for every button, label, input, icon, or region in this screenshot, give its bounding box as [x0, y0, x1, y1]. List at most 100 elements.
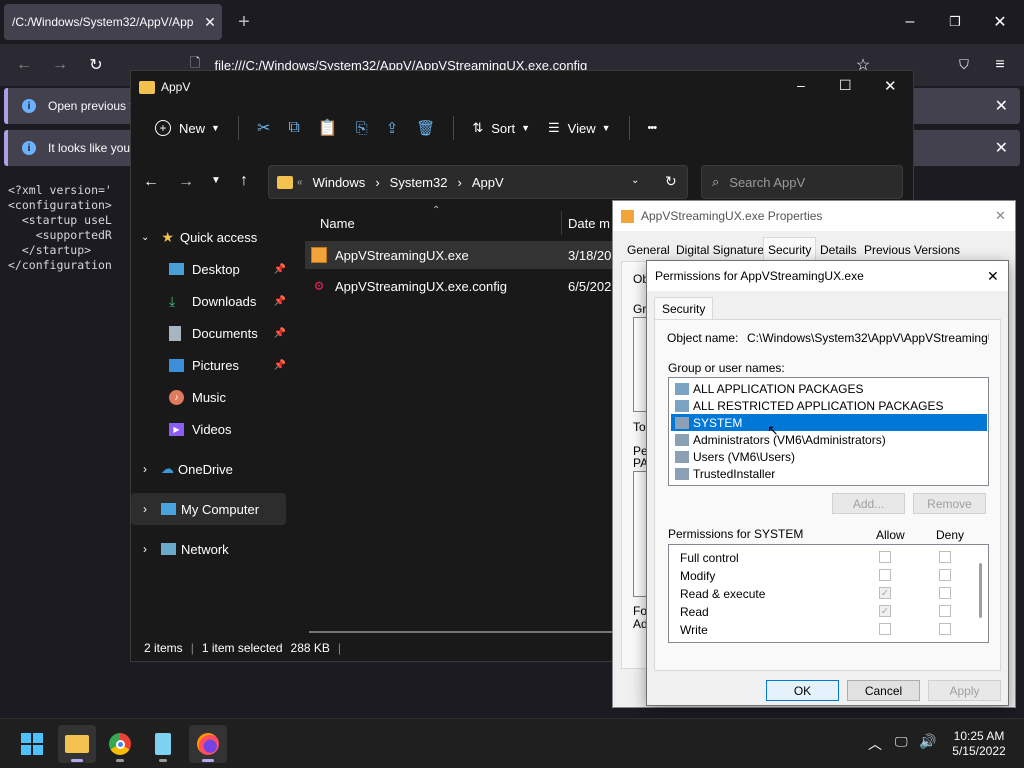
tab-security[interactable]: Security	[763, 237, 817, 261]
browser-tab[interactable]: /C:/Windows/System32/AppV/App ✕	[4, 4, 222, 40]
recent-locations-icon[interactable]: ▼	[211, 175, 221, 186]
refresh-icon[interactable]: ↻	[665, 173, 677, 190]
new-tab-icon[interactable]: +	[232, 10, 256, 34]
share-button[interactable]: ⇪	[380, 113, 405, 143]
deny-checkbox[interactable]	[939, 569, 951, 581]
dismiss-icon[interactable]: ✕	[995, 96, 1008, 116]
allow-checkbox[interactable]	[879, 623, 891, 635]
allow-checkbox[interactable]	[879, 551, 891, 563]
nav-item-network[interactable]: › Network	[131, 533, 286, 565]
user-row-selected[interactable]: SYSTEM	[671, 414, 987, 431]
nav-item-documents[interactable]: Documents 📌	[131, 317, 286, 349]
pin-icon[interactable]: 📌	[274, 328, 286, 339]
deny-checkbox[interactable]	[939, 551, 951, 563]
delete-icon: 🗑	[416, 120, 436, 137]
forward-icon[interactable]: →	[48, 53, 72, 77]
cut-button[interactable]: ✂	[251, 113, 276, 143]
tab-digital-signatures[interactable]: Digital Signatures	[672, 239, 774, 261]
close-icon[interactable]: ✕	[995, 208, 1006, 224]
apply-button[interactable]: Apply	[928, 680, 1001, 701]
nav-item-desktop[interactable]: Desktop 📌	[131, 253, 286, 285]
sort-button[interactable]: ⇅ Sort ▼	[466, 113, 536, 143]
remove-button[interactable]: Remove	[913, 493, 986, 514]
allow-checkbox[interactable]	[879, 569, 891, 581]
breadcrumb-system32[interactable]: System32	[390, 175, 448, 190]
nav-item-pictures[interactable]: Pictures 📌	[131, 349, 286, 381]
add-button[interactable]: Add...	[832, 493, 905, 514]
paste-button[interactable]: 📋	[312, 113, 344, 143]
breadcrumb-appv[interactable]: AppV	[472, 175, 504, 190]
cancel-button[interactable]: Cancel	[847, 680, 920, 701]
user-row[interactable]: TrustedInstaller	[671, 465, 987, 482]
user-row[interactable]: Users (VM6\Users)	[671, 448, 987, 465]
address-bar[interactable]: « Windows › System32 › AppV ⌄ ↻	[268, 165, 688, 199]
taskbar-file-explorer[interactable]	[58, 725, 96, 763]
nav-quick-access[interactable]: ⌄ ★ Quick access	[131, 221, 286, 253]
reload-icon[interactable]: ↻	[84, 53, 108, 77]
column-header-date[interactable]: Date m	[568, 216, 610, 231]
dismiss-icon[interactable]: ✕	[995, 138, 1008, 158]
users-listbox[interactable]: ALL APPLICATION PACKAGES ALL RESTRICTED …	[668, 377, 989, 486]
allow-checkbox-checked[interactable]: ✓	[879, 605, 891, 617]
back-icon[interactable]: ←	[12, 53, 36, 77]
volume-icon[interactable]: 🔊	[919, 733, 936, 750]
deny-checkbox[interactable]	[939, 587, 951, 599]
rename-button[interactable]: ⎘	[350, 113, 374, 143]
nav-item-music[interactable]: ♪ Music	[131, 381, 286, 413]
restore-icon[interactable]: ❐	[943, 10, 967, 34]
tab-general[interactable]: General	[623, 239, 674, 261]
up-icon[interactable]: ↑	[240, 172, 248, 190]
delete-button[interactable]: 🗑	[410, 113, 441, 143]
chevron-down-icon[interactable]: ⌄	[631, 175, 639, 186]
new-button[interactable]: + New ▼	[149, 113, 226, 143]
allow-checkbox-checked[interactable]: ✓	[879, 587, 891, 599]
forward-icon[interactable]: →	[178, 173, 194, 191]
chevron-up-icon[interactable]: ︿	[868, 734, 882, 754]
address-overflow[interactable]: «	[297, 177, 303, 188]
plus-circle-icon: +	[155, 120, 171, 136]
tab-previous-versions[interactable]: Previous Versions	[860, 239, 964, 261]
minimize-icon[interactable]: –	[898, 10, 922, 34]
taskbar-chrome[interactable]	[101, 725, 139, 763]
copy-button[interactable]: ⧉	[282, 113, 305, 143]
start-button[interactable]	[13, 725, 51, 763]
tab-details[interactable]: Details	[816, 239, 861, 261]
maximize-icon[interactable]: ☐	[839, 77, 852, 94]
horizontal-scrollbar[interactable]	[309, 631, 619, 633]
network-status-icon[interactable]: 🖵	[895, 734, 908, 750]
deny-checkbox[interactable]	[939, 605, 951, 617]
close-icon[interactable]: ✕	[988, 10, 1012, 34]
user-row[interactable]: ALL RESTRICTED APPLICATION PACKAGES	[671, 397, 987, 414]
close-tab-icon[interactable]: ✕	[198, 14, 222, 31]
permissions-listbox[interactable]: Full control Modify Read & execute ✓ Rea…	[668, 544, 989, 643]
nav-item-downloads[interactable]: ⤓ Downloads 📌	[131, 285, 286, 317]
scrollbar-thumb[interactable]	[979, 563, 982, 618]
pin-icon[interactable]: 📌	[274, 264, 286, 275]
column-divider[interactable]	[561, 211, 562, 235]
divider	[237, 116, 239, 140]
taskbar-notepad[interactable]	[144, 725, 182, 763]
pin-icon[interactable]: 📌	[274, 296, 286, 307]
back-icon[interactable]: ←	[143, 173, 159, 191]
deny-checkbox[interactable]	[939, 623, 951, 635]
taskbar-firefox[interactable]	[189, 725, 227, 763]
more-options-button[interactable]: •••	[642, 113, 663, 143]
pin-icon[interactable]: 📌	[274, 360, 286, 371]
nav-item-my-computer[interactable]: › My Computer	[131, 493, 286, 525]
view-button[interactable]: ☰ View ▼	[542, 113, 617, 143]
close-icon[interactable]: ✕	[987, 268, 999, 285]
minimize-icon[interactable]: –	[797, 77, 805, 93]
close-icon[interactable]: ✕	[884, 77, 897, 95]
user-row[interactable]: ALL APPLICATION PACKAGES	[671, 380, 987, 397]
nav-item-videos[interactable]: ▶ Videos	[131, 413, 286, 445]
nav-item-onedrive[interactable]: › ☁ OneDrive	[131, 453, 286, 485]
ok-button[interactable]: OK	[766, 680, 839, 701]
user-row[interactable]: Administrators (VM6\Administrators)	[671, 431, 987, 448]
tab-security[interactable]: Security	[654, 297, 714, 319]
column-header-name[interactable]: Name	[320, 216, 355, 231]
menu-icon[interactable]: ≡	[988, 53, 1012, 77]
pocket-icon[interactable]: ⛉	[952, 53, 976, 77]
breadcrumb-windows[interactable]: Windows	[313, 175, 366, 190]
search-box[interactable]: ⌕ Search AppV	[701, 165, 903, 199]
clock[interactable]: 10:25 AM 5/15/2022	[944, 729, 1014, 759]
